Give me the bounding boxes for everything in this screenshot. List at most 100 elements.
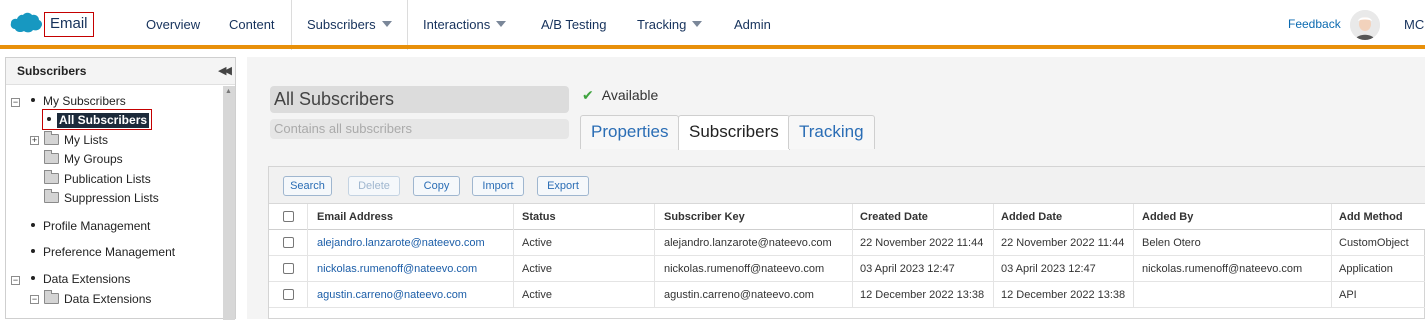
subscriber-key-cell: nickolas.rumenoff@nateevo.com [664,263,825,275]
status-label: Available [601,87,659,103]
select-all-checkbox[interactable] [283,211,294,222]
collapse-panel-icon[interactable]: ◀◀ [218,64,232,77]
added-by-cell [1134,282,1142,308]
folder-icon [44,290,59,304]
search-button[interactable]: Search [283,176,332,196]
top-navigation-bar: Email Overview Content Subscribers Inter… [0,0,1425,50]
email-link[interactable]: alejandro.lanzarote@nateevo.com [309,230,485,256]
tree-scrollbar[interactable] [223,86,235,320]
column-header-email[interactable]: Email Address [309,204,393,230]
subscriber-key-cell: alejandro.lanzarote@nateevo.com [664,237,832,249]
folder-icon [44,150,59,164]
checkmark-icon: ✔ [582,87,594,103]
tree-item-data-extensions-folder[interactable]: Data Extensions [44,290,151,308]
added-by-cell: Belen Otero [1142,237,1201,249]
nav-interactions[interactable]: Interactions [423,0,507,49]
tree-item-label: Preference Management [43,245,176,259]
chevron-down-icon [692,21,703,27]
list-name-field[interactable]: All Subscribers [270,86,569,113]
tree-item-label: My Lists [64,133,109,147]
column-header-add-method[interactable]: Add Method [1331,204,1403,230]
added-date-cell: 12 December 2022 13:38 [1001,289,1126,301]
collapse-data-extensions-folder-icon[interactable]: − [30,295,39,304]
nav-subscribers[interactable]: Subscribers [291,0,408,50]
tree-item-all-subscribers[interactable]: All Subscribers [47,111,150,129]
salesforce-cloud-logo-icon[interactable] [9,11,43,35]
add-method-cell: API [1339,289,1357,301]
add-method-cell: CustomObject [1339,237,1409,249]
tree-panel-header: Subscribers ◀◀ [6,58,235,85]
feedback-link[interactable]: Feedback [1288,0,1341,49]
tab-subscribers[interactable]: Subscribers [678,115,790,150]
collapse-my-subscribers-icon[interactable]: − [11,98,20,107]
tree-item-my-groups[interactable]: My Groups [44,150,123,168]
nav-overview-label: Overview [146,17,201,32]
nav-overview[interactable]: Overview [146,0,200,49]
tree-item-my-subscribers[interactable]: My Subscribers [31,92,126,110]
nav-content-label: Content [229,17,275,32]
column-header-added-by[interactable]: Added By [1134,204,1193,230]
bullet-icon [47,117,51,121]
accent-divider [0,45,1425,49]
nav-interactions-label: Interactions [423,17,491,32]
tree-panel-title: Subscribers [17,64,87,78]
bullet-icon [31,276,35,280]
added-date-cell: 22 November 2022 11:44 [1001,237,1125,249]
copy-button[interactable]: Copy [413,176,460,196]
tab-tracking[interactable]: Tracking [788,115,875,149]
tab-properties[interactable]: Properties [580,115,680,149]
email-link[interactable]: nickolas.rumenoff@nateevo.com [309,256,477,282]
import-button[interactable]: Import [472,176,524,196]
column-header-added-date[interactable]: Added Date [993,204,1062,230]
row-checkbox[interactable] [283,237,294,248]
column-header-status[interactable]: Status [514,204,556,230]
subscriber-key-cell: agustin.carreno@nateevo.com [664,289,814,301]
status-cell: Active [522,263,552,275]
tree-item-label: Data Extensions [64,292,152,306]
bullet-icon [31,249,35,253]
list-description-field[interactable]: Contains all subscribers [270,119,569,139]
user-avatar-icon [1350,10,1380,40]
status-cell: Active [522,237,552,249]
scroll-up-arrow-icon[interactable]: ▲ [225,88,232,95]
tree-item-publication-lists[interactable]: Publication Lists [44,170,151,188]
expand-my-lists-icon[interactable]: + [30,136,39,145]
user-name[interactable]: MC [1404,0,1424,49]
email-link[interactable]: agustin.carreno@nateevo.com [309,282,467,308]
nav-admin-label: Admin [734,17,771,32]
nav-ab-testing-label: A/B Testing [541,17,607,32]
nav-admin[interactable]: Admin [734,0,771,49]
tree-item-data-extensions-root[interactable]: Data Extensions [31,270,130,288]
tree-item-label: Profile Management [43,219,151,233]
tree-item-label: All Subscribers [57,113,150,128]
folder-icon [44,189,59,203]
added-by-cell: nickolas.rumenoff@nateevo.com [1142,263,1303,275]
row-checkbox[interactable] [283,289,294,300]
tree-item-preference-management[interactable]: Preference Management [31,243,175,261]
created-date-cell: 03 April 2023 12:47 [860,263,955,275]
column-header-subscriber-key[interactable]: Subscriber Key [656,204,745,230]
tree-item-my-lists[interactable]: My Lists [44,131,108,149]
nav-tracking-label: Tracking [637,17,687,32]
table-row[interactable]: alejandro.lanzarote@nateevo.com Active a… [269,230,1425,256]
table-row[interactable]: agustin.carreno@nateevo.com Active agust… [269,282,1425,308]
table-row[interactable]: nickolas.rumenoff@nateevo.com Active nic… [269,256,1425,282]
nav-tracking[interactable]: Tracking [637,0,703,49]
app-name[interactable]: Email [44,12,94,37]
table-header-row: Email Address Status Subscriber Key Crea… [269,204,1425,230]
bullet-icon [31,98,35,102]
chevron-down-icon [381,21,392,27]
chevron-down-icon [496,21,507,27]
collapse-data-extensions-icon[interactable]: − [11,276,20,285]
row-checkbox[interactable] [283,263,294,274]
tree-item-label: My Subscribers [43,94,126,108]
tree-item-profile-management[interactable]: Profile Management [31,217,150,235]
nav-content[interactable]: Content [229,0,275,49]
delete-button[interactable]: Delete [348,176,400,196]
tree-item-suppression-lists[interactable]: Suppression Lists [44,189,159,207]
export-button[interactable]: Export [537,176,589,196]
avatar[interactable] [1350,10,1380,40]
nav-ab-testing[interactable]: A/B Testing [541,0,607,49]
column-header-created-date[interactable]: Created Date [852,204,928,230]
bullet-icon [31,223,35,227]
